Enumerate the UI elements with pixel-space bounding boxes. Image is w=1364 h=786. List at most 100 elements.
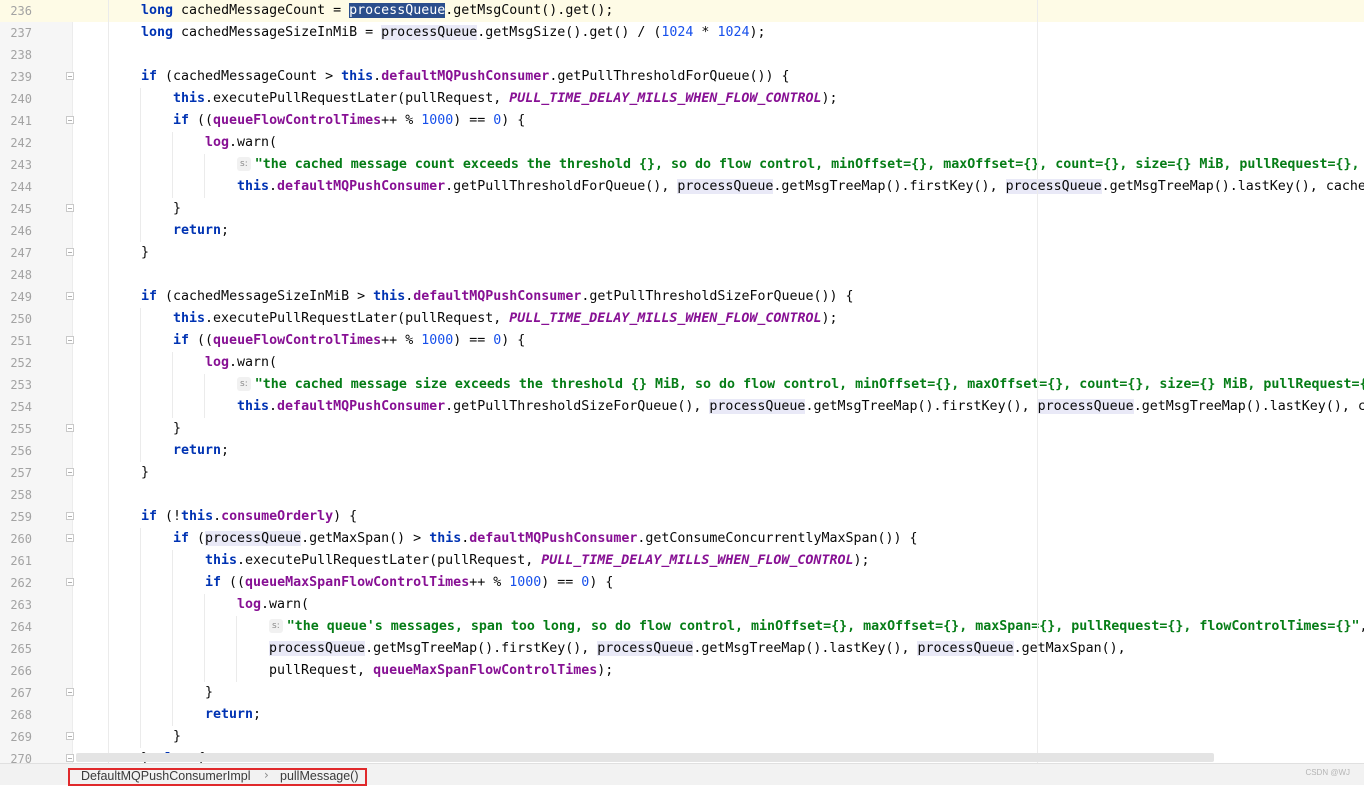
code-line-246[interactable]: 246 return; [0, 220, 1364, 242]
indent-guide [140, 418, 141, 440]
code-line-252[interactable]: 252 log.warn( [0, 352, 1364, 374]
code-line-255[interactable]: 255} [0, 418, 1364, 440]
code-text[interactable]: this.executePullRequestLater(pullRequest… [173, 308, 837, 330]
line-number: 267 [10, 686, 32, 700]
code-text[interactable]: this.executePullRequestLater(pullRequest… [205, 550, 869, 572]
code-text[interactable]: } [173, 418, 181, 440]
code-text[interactable]: pullRequest, queueMaxSpanFlowControlTime… [269, 660, 613, 682]
code-line-267[interactable]: 267} [0, 682, 1364, 704]
code-line-266[interactable]: 266 pullRequest, queueMaxSpanFlowControlT… [0, 660, 1364, 682]
code-line-253[interactable]: 253 s: "the cached message size exceeds th… [0, 374, 1364, 396]
code-text[interactable]: if ((queueMaxSpanFlowControlTimes++ % 10… [205, 572, 613, 594]
code-line-242[interactable]: 242 log.warn( [0, 132, 1364, 154]
code-text[interactable]: return; [173, 220, 229, 242]
code-line-269[interactable]: 269} [0, 726, 1364, 748]
indent-guide [172, 616, 173, 638]
code-line-249[interactable]: 249 if (cachedMessageSizeInMiB > this.def… [0, 286, 1364, 308]
fold-toggle-icon[interactable] [66, 292, 74, 300]
fold-toggle-icon[interactable] [66, 424, 74, 432]
line-number: 236 [10, 4, 32, 18]
code-line-263[interactable]: 263 log.warn( [0, 594, 1364, 616]
indent-guide [236, 638, 237, 660]
code-text[interactable]: this.defaultMQPushConsumer.getPullThresh… [237, 396, 1364, 418]
fold-toggle-icon[interactable] [66, 512, 74, 520]
code-text[interactable]: } [173, 726, 181, 748]
code-line-262[interactable]: 262 if ((queueMaxSpanFlowControlTimes++ %… [0, 572, 1364, 594]
code-line-254[interactable]: 254 this.defaultMQPushConsumer.getPullThr… [0, 396, 1364, 418]
fold-toggle-icon[interactable] [66, 248, 74, 256]
code-text[interactable]: log.warn( [205, 352, 277, 374]
indent-guide [140, 176, 141, 198]
code-text[interactable]: s: "the cached message size exceeds the t… [237, 374, 1364, 396]
indent-guide [204, 176, 205, 198]
fold-toggle-icon[interactable] [66, 534, 74, 542]
code-line-236[interactable]: 236 long cachedMessageCount = processQueu… [0, 0, 1364, 22]
code-line-247[interactable]: 247} [0, 242, 1364, 264]
code-text[interactable]: return; [205, 704, 261, 726]
code-text[interactable]: if (cachedMessageCount > this.defaultMQP… [141, 66, 789, 88]
code-line-260[interactable]: 260 if (processQueue.getMaxSpan() > this.… [0, 528, 1364, 550]
code-line-239[interactable]: 239 if (cachedMessageCount > this.default… [0, 66, 1364, 88]
code-line-245[interactable]: 245} [0, 198, 1364, 220]
code-line-243[interactable]: 243 s: "the cached message count exceeds t… [0, 154, 1364, 176]
code-text[interactable]: } [205, 682, 213, 704]
code-text[interactable]: if (processQueue.getMaxSpan() > this.def… [173, 528, 918, 550]
code-text[interactable]: } [141, 462, 149, 484]
horizontal-scrollbar[interactable] [76, 753, 1214, 762]
fold-toggle-icon[interactable] [66, 204, 74, 212]
fold-toggle-icon[interactable] [66, 72, 74, 80]
indent-guide [140, 308, 141, 330]
fold-toggle-icon[interactable] [66, 732, 74, 740]
code-text[interactable]: if ((queueFlowControlTimes++ % 1000) == … [173, 110, 525, 132]
code-text[interactable]: } [173, 198, 181, 220]
code-line-264[interactable]: 264 s: "the queue's messages, span too lon… [0, 616, 1364, 638]
fold-toggle-icon[interactable] [66, 468, 74, 476]
code-line-257[interactable]: 257} [0, 462, 1364, 484]
code-editor[interactable]: 236 long cachedMessageCount = processQueu… [0, 0, 1364, 763]
code-line-251[interactable]: 251 if ((queueFlowControlTimes++ % 1000) … [0, 330, 1364, 352]
indent-guide [140, 660, 141, 682]
fold-toggle-icon[interactable] [66, 336, 74, 344]
line-number: 261 [10, 554, 32, 568]
code-text[interactable]: return; [173, 440, 229, 462]
indent-guide [140, 704, 141, 726]
code-text[interactable]: s: "the cached message count exceeds the … [237, 154, 1364, 176]
code-line-261[interactable]: 261 this.executePullRequestLater(pullRequ… [0, 550, 1364, 572]
fold-toggle-icon[interactable] [66, 578, 74, 586]
code-text[interactable]: if ((queueFlowControlTimes++ % 1000) == … [173, 330, 525, 352]
breadcrumb-method[interactable]: pullMessage() [280, 769, 359, 783]
code-text[interactable]: log.warn( [205, 132, 277, 154]
code-line-248[interactable]: 248 [0, 264, 1364, 286]
code-line-238[interactable]: 238 [0, 44, 1364, 66]
code-line-237[interactable]: 237 long cachedMessageSizeInMiB = process… [0, 22, 1364, 44]
indent-guide [140, 154, 141, 176]
code-line-259[interactable]: 259 if (!this.consumeOrderly) { [0, 506, 1364, 528]
fold-toggle-icon[interactable] [66, 688, 74, 696]
code-text[interactable]: } [141, 242, 149, 264]
code-text[interactable]: long cachedMessageCount = processQueue.g… [141, 0, 613, 22]
fold-toggle-icon[interactable] [66, 754, 74, 762]
code-line-250[interactable]: 250 this.executePullRequestLater(pullRequ… [0, 308, 1364, 330]
code-line-244[interactable]: 244 this.defaultMQPushConsumer.getPullThr… [0, 176, 1364, 198]
indent-guide [204, 396, 205, 418]
code-line-268[interactable]: 268 return; [0, 704, 1364, 726]
code-line-241[interactable]: 241 if ((queueFlowControlTimes++ % 1000) … [0, 110, 1364, 132]
breadcrumb-class[interactable]: DefaultMQPushConsumerImpl [81, 769, 251, 783]
code-text[interactable]: this.executePullRequestLater(pullRequest… [173, 88, 837, 110]
fold-toggle-icon[interactable] [66, 116, 74, 124]
code-text[interactable]: log.warn( [237, 594, 309, 616]
indent-guide [108, 308, 109, 330]
code-line-265[interactable]: 265 processQueue.getMsgTreeMap().firstKey… [0, 638, 1364, 660]
code-text[interactable]: processQueue.getMsgTreeMap().firstKey(),… [269, 638, 1126, 660]
code-line-256[interactable]: 256 return; [0, 440, 1364, 462]
code-text[interactable]: if (!this.consumeOrderly) { [141, 506, 357, 528]
code-line-258[interactable]: 258 [0, 484, 1364, 506]
code-text[interactable]: s: "the queue's messages, span too long, … [269, 616, 1364, 638]
code-text[interactable]: this.defaultMQPushConsumer.getPullThresh… [237, 176, 1364, 198]
code-line-240[interactable]: 240 this.executePullRequestLater(pullRequ… [0, 88, 1364, 110]
watermark: CSDN @WJ [1305, 768, 1350, 777]
code-text[interactable]: long cachedMessageSizeInMiB = processQue… [141, 22, 765, 44]
code-text[interactable]: if (cachedMessageSizeInMiB > this.defaul… [141, 286, 854, 308]
line-number: 253 [10, 378, 32, 392]
indent-guide [108, 220, 109, 242]
